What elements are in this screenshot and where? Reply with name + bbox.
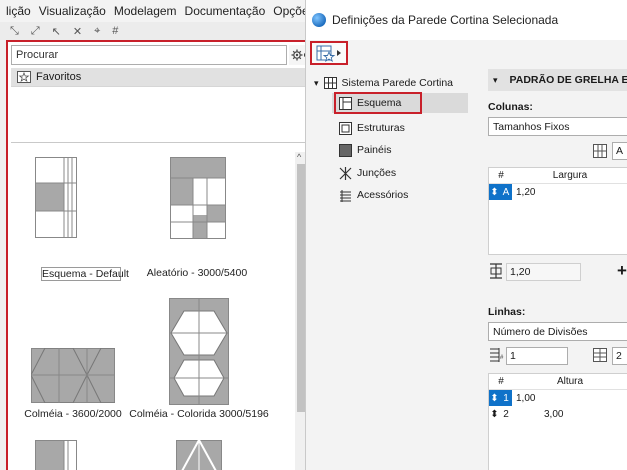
- chevron-down-icon[interactable]: ▾: [314, 78, 319, 89]
- favorites-folder-list: Favoritos: [11, 68, 307, 158]
- grid-icon: [592, 143, 608, 159]
- section-header[interactable]: ▾ PADRÃO DE GRELHA E: [488, 69, 627, 91]
- background-menubar: lição Visualização Modelagem Documentaçã…: [0, 0, 310, 22]
- tree-item-label: Acessórios: [357, 189, 409, 201]
- curtain-wall-icon: [323, 77, 337, 89]
- favorites-thumbnail-grid: Esquema - Default Aleatório - 3000/5400 …: [11, 152, 295, 470]
- row-count-icon: #: [488, 347, 504, 363]
- search-input[interactable]: Procurar: [11, 45, 287, 65]
- row-id: 1: [500, 390, 512, 406]
- chevron-down-icon[interactable]: ▾: [493, 75, 498, 86]
- tool-icon[interactable]: ⤢: [31, 25, 40, 38]
- favorite-thumbnail-partial[interactable]: [176, 440, 222, 470]
- col-header-number: #: [498, 170, 504, 181]
- tree-item-esquema[interactable]: Esquema: [332, 92, 468, 114]
- thumbnail-caption[interactable]: Colméia - Colorida 3000/5196: [129, 408, 269, 420]
- column-id-field[interactable]: A: [612, 142, 627, 160]
- curtain-wall-settings-dialog: Definições da Parede Cortina Selecionada…: [305, 0, 627, 470]
- menu-item-visualizacao[interactable]: Visualização: [39, 4, 106, 18]
- table-row[interactable]: ⬍ 2 3,00: [489, 406, 627, 422]
- tool-icon[interactable]: ⌖: [94, 25, 100, 38]
- drag-handle-icon[interactable]: ⬍: [489, 390, 500, 406]
- favorite-thumbnail-colmeia[interactable]: [31, 348, 115, 403]
- row-value[interactable]: 1,20: [512, 187, 535, 198]
- folder-item-favoritos[interactable]: Favoritos: [11, 68, 307, 87]
- table-row[interactable]: ⬍ A 1,20: [489, 184, 627, 200]
- thumbnail-caption[interactable]: Aleatório - 3000/5400: [127, 267, 267, 279]
- grid-icon: [592, 347, 608, 363]
- junctions-icon: [339, 166, 352, 180]
- columns-table-header: # Largura: [489, 168, 627, 184]
- row-count-field[interactable]: 1: [506, 347, 568, 365]
- rows-table: # Altura ⬍ 1 1,00 ⬍ 2 3,00: [488, 373, 627, 470]
- svg-text:#: #: [500, 355, 504, 361]
- tool-icon[interactable]: ⤡: [10, 25, 19, 38]
- tool-icon[interactable]: #: [112, 25, 118, 37]
- accessories-icon: [340, 189, 351, 202]
- rows-table-header: # Altura: [489, 374, 627, 390]
- archicad-app-icon: [312, 13, 326, 27]
- panels-icon: [339, 143, 352, 157]
- menu-item-documentacao[interactable]: Documentação: [185, 4, 266, 18]
- tree-item-label: Estruturas: [357, 122, 405, 134]
- row-second-field[interactable]: 2: [612, 347, 627, 365]
- settings-tree: ▾ Sistema Parede Cortina Esquema Estrutu…: [310, 70, 468, 470]
- favorite-thumbnail-esquema-default[interactable]: [35, 157, 77, 238]
- frames-icon: [339, 121, 352, 135]
- favorites-star-icon: [316, 45, 341, 62]
- row-value[interactable]: 1,00: [512, 393, 535, 404]
- background-toolbar: ⤡ ⤢ ↖ ✕ ⌖ #: [0, 22, 310, 40]
- section-title: PADRÃO DE GRELHA E: [509, 74, 627, 86]
- columns-table: # Largura ⬍ A 1,20: [488, 167, 627, 255]
- columns-mode-select[interactable]: Tamanhos Fixos: [488, 117, 627, 136]
- menu-item-edicao[interactable]: lição: [6, 4, 31, 18]
- favorite-thumbnail-aleatorio[interactable]: [170, 157, 226, 239]
- rows-mode-select[interactable]: Número de Divisões: [488, 322, 627, 341]
- row-id: 2: [503, 408, 509, 420]
- dialog-title: Definições da Parede Cortina Selecionada: [332, 13, 559, 27]
- total-width-icon: [488, 263, 504, 279]
- tree-item-paineis[interactable]: Painéis: [332, 140, 468, 160]
- tree-root-label: Sistema Parede Cortina: [341, 77, 454, 89]
- tree-root-curtain-wall-system[interactable]: ▾ Sistema Parede Cortina: [314, 73, 453, 93]
- favorites-button[interactable]: [310, 41, 348, 65]
- scroll-up-arrow-icon[interactable]: ^: [297, 152, 301, 162]
- tree-item-label: Painéis: [357, 144, 392, 156]
- row-id: A: [500, 184, 512, 200]
- menu-item-modelagem[interactable]: Modelagem: [114, 4, 177, 18]
- tree-item-juncoes[interactable]: Junções: [332, 163, 468, 183]
- panel-divider: [11, 142, 307, 143]
- table-row[interactable]: ⬍ 1 1,00: [489, 390, 627, 406]
- star-folder-icon: [17, 71, 31, 83]
- add-column-button[interactable]: +: [614, 261, 627, 281]
- tool-icon[interactable]: ✕: [73, 25, 82, 38]
- thumbnail-caption[interactable]: Esquema - Default: [41, 267, 129, 281]
- col-header-height: Altura: [556, 376, 584, 387]
- tree-item-label: Junções: [357, 167, 397, 179]
- drag-handle-icon[interactable]: ⬍: [489, 406, 500, 422]
- scheme-settings-pane: ▾ PADRÃO DE GRELHA E Colunas: Tamanhos F…: [488, 66, 627, 470]
- tree-item-acessorios[interactable]: Acessórios: [332, 185, 468, 205]
- folder-label: Favoritos: [36, 71, 82, 83]
- col-header-number: #: [498, 376, 504, 387]
- columns-label: Colunas:: [488, 101, 533, 113]
- favorite-thumbnail-partial[interactable]: [35, 440, 77, 470]
- drag-handle-icon[interactable]: ⬍: [489, 184, 500, 200]
- selection-highlight: [334, 92, 422, 114]
- col-header-width: Largura: [552, 170, 588, 181]
- favorites-panel: Procurar Favoritos Esquema - Default Ale…: [6, 40, 309, 470]
- rows-label: Linhas:: [488, 306, 526, 318]
- dialog-titlebar: Definições da Parede Cortina Selecionada: [306, 0, 627, 40]
- columns-total-field[interactable]: 1,20: [506, 263, 581, 281]
- row-value[interactable]: 3,00: [512, 409, 563, 420]
- thumbnail-caption[interactable]: Colméia - 3600/2000: [8, 408, 143, 420]
- tool-icon[interactable]: ↖: [52, 25, 61, 38]
- tree-item-estruturas[interactable]: Estruturas: [332, 118, 468, 138]
- favorite-thumbnail-colmeia-colorida[interactable]: [169, 298, 229, 405]
